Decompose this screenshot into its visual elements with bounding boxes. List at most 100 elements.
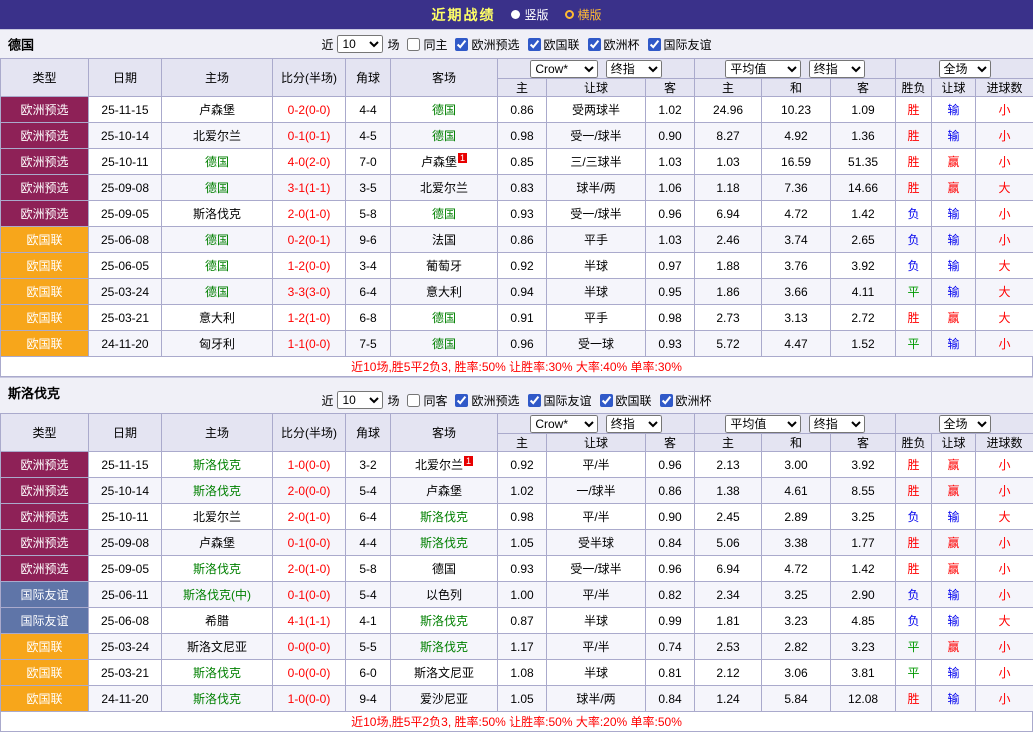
odds-handicap: 受一/球半 xyxy=(547,556,646,582)
corner-score: 3-5 xyxy=(346,175,391,201)
home-team: 意大利 xyxy=(162,305,273,331)
home-team: 匈牙利 xyxy=(162,331,273,357)
odds-handicap: 平/半 xyxy=(547,582,646,608)
result-goals: 小 xyxy=(976,97,1033,123)
competition-type: 欧国联 xyxy=(1,253,89,279)
checkbox-input[interactable] xyxy=(600,394,613,407)
odds-handicap: 半球 xyxy=(547,660,646,686)
layout-option-vertical[interactable]: 竖版 xyxy=(511,6,548,23)
odds-home: 0.98 xyxy=(498,123,547,149)
checkbox-input[interactable] xyxy=(528,394,541,407)
avg-home: 5.72 xyxy=(695,331,762,357)
match-date: 25-03-21 xyxy=(89,660,162,686)
avg-draw: 3.06 xyxy=(762,660,831,686)
col-home: 主场 xyxy=(162,59,273,97)
match-date: 25-06-05 xyxy=(89,253,162,279)
odds-home: 0.94 xyxy=(498,279,547,305)
result-wdl: 胜 xyxy=(896,97,932,123)
col-corner: 角球 xyxy=(346,59,391,97)
team-label: 斯洛伐克 xyxy=(193,484,241,498)
filter-checkbox[interactable]: 国际友谊 xyxy=(648,36,713,53)
summary-slovakia: 近10场,胜5平2负3, 胜率:50% 让胜率:50% 大率:20% 单率:50… xyxy=(0,712,1033,732)
filter-checkbox[interactable]: 欧洲杯 xyxy=(588,36,641,53)
filter-checkbox[interactable]: 国际友谊 xyxy=(528,392,593,409)
filter-checkbox[interactable]: 欧洲预选 xyxy=(455,36,520,53)
match-row: 欧国联25-03-21意大利1-2(1-0)6-8德国0.91平手0.982.7… xyxy=(1,305,1033,331)
avg-away: 3.92 xyxy=(831,452,896,478)
team-label: 斯洛伐克 xyxy=(420,536,468,550)
corner-score: 4-4 xyxy=(346,530,391,556)
corner-score: 3-4 xyxy=(346,253,391,279)
avg-draw: 3.74 xyxy=(762,227,831,253)
avg-type-select[interactable]: 平均值 xyxy=(725,415,801,433)
checkbox-label: 欧洲杯 xyxy=(676,392,712,409)
scope-select[interactable]: 全场 xyxy=(939,60,991,78)
team-label: 法国 xyxy=(432,233,456,247)
competition-type: 欧洲预选 xyxy=(1,175,89,201)
match-date: 25-10-11 xyxy=(89,504,162,530)
checkbox-input[interactable] xyxy=(528,38,541,51)
section-header-germany: 德国 近10场同主欧洲预选欧国联欧洲杯国际友谊 xyxy=(0,29,1033,58)
result-wdl: 胜 xyxy=(896,478,932,504)
match-score: 3-1(1-1) xyxy=(273,175,346,201)
scope-select[interactable]: 全场 xyxy=(939,415,991,433)
odds-away: 0.97 xyxy=(646,253,695,279)
checkbox-input[interactable] xyxy=(588,38,601,51)
match-row: 欧国联25-06-05德国1-2(0-0)3-4葡萄牙0.92半球0.971.8… xyxy=(1,253,1033,279)
team-label: 德国 xyxy=(205,233,229,247)
odds-home: 1.17 xyxy=(498,634,547,660)
away-team: 斯洛伐克 xyxy=(391,634,498,660)
avg-away: 2.72 xyxy=(831,305,896,331)
avg-home: 2.45 xyxy=(695,504,762,530)
checkbox-input[interactable] xyxy=(660,394,673,407)
team-label: 北爱尔兰 xyxy=(420,181,468,195)
filter-bar: 近10场同客欧洲预选国际友谊欧国联欧洲杯 xyxy=(320,391,712,409)
team-label: 斯洛伐克 xyxy=(193,666,241,680)
competition-type: 国际友谊 xyxy=(1,582,89,608)
checkbox-input[interactable] xyxy=(455,38,468,51)
odds-stage-select[interactable]: 终指 xyxy=(606,415,662,433)
layout-option-horizontal[interactable]: 横版 xyxy=(565,6,602,23)
filter-checkbox[interactable]: 欧洲杯 xyxy=(660,392,713,409)
corner-score: 6-0 xyxy=(346,660,391,686)
result-goals: 大 xyxy=(976,175,1033,201)
result-handicap: 赢 xyxy=(932,634,976,660)
checkbox-input[interactable] xyxy=(455,394,468,407)
filter-checkbox[interactable]: 欧洲预选 xyxy=(455,392,520,409)
result-wdl: 平 xyxy=(896,331,932,357)
checkbox-label: 欧洲预选 xyxy=(471,36,519,53)
checkbox-input[interactable] xyxy=(648,38,661,51)
checkbox-input[interactable] xyxy=(407,38,420,51)
filter-checkbox[interactable]: 欧国联 xyxy=(600,392,653,409)
odds-company-select[interactable]: Crow* xyxy=(530,415,598,433)
recent-count-select[interactable]: 10 xyxy=(337,391,383,409)
recent-count-select[interactable]: 10 xyxy=(337,35,383,53)
odds-away: 0.96 xyxy=(646,452,695,478)
subcol-odds-home: 主 xyxy=(498,79,547,97)
checkbox-input[interactable] xyxy=(407,394,420,407)
result-goals: 小 xyxy=(976,201,1033,227)
avg-away: 1.36 xyxy=(831,123,896,149)
scope-group-header: 全场 xyxy=(896,59,1033,79)
match-score: 0-1(0-1) xyxy=(273,123,346,149)
filter-checkbox[interactable]: 同主 xyxy=(407,36,448,53)
avg-stage-select[interactable]: 终指 xyxy=(809,415,865,433)
avg-stage-select[interactable]: 终指 xyxy=(809,60,865,78)
avg-type-select[interactable]: 平均值 xyxy=(725,60,801,78)
home-team: 斯洛伐克 xyxy=(162,556,273,582)
filter-checkbox[interactable]: 同客 xyxy=(407,392,448,409)
odds-stage-select[interactable]: 终指 xyxy=(606,60,662,78)
team-label: 德国 xyxy=(205,259,229,273)
result-wdl: 负 xyxy=(896,201,932,227)
avg-home: 2.73 xyxy=(695,305,762,331)
subcol-odds-handicap: 让球 xyxy=(547,79,646,97)
avg-home: 2.34 xyxy=(695,582,762,608)
odds-handicap: 受一/球半 xyxy=(547,201,646,227)
team-label: 北爱尔兰 xyxy=(415,458,463,472)
filter-checkbox[interactable]: 欧国联 xyxy=(528,36,581,53)
checkbox-label: 欧国联 xyxy=(616,392,652,409)
result-wdl: 胜 xyxy=(896,149,932,175)
odds-company-select[interactable]: Crow* xyxy=(530,60,598,78)
corner-score: 9-6 xyxy=(346,227,391,253)
match-row: 欧洲预选25-11-15卢森堡0-2(0-0)4-4德国0.86受两球半1.02… xyxy=(1,97,1033,123)
